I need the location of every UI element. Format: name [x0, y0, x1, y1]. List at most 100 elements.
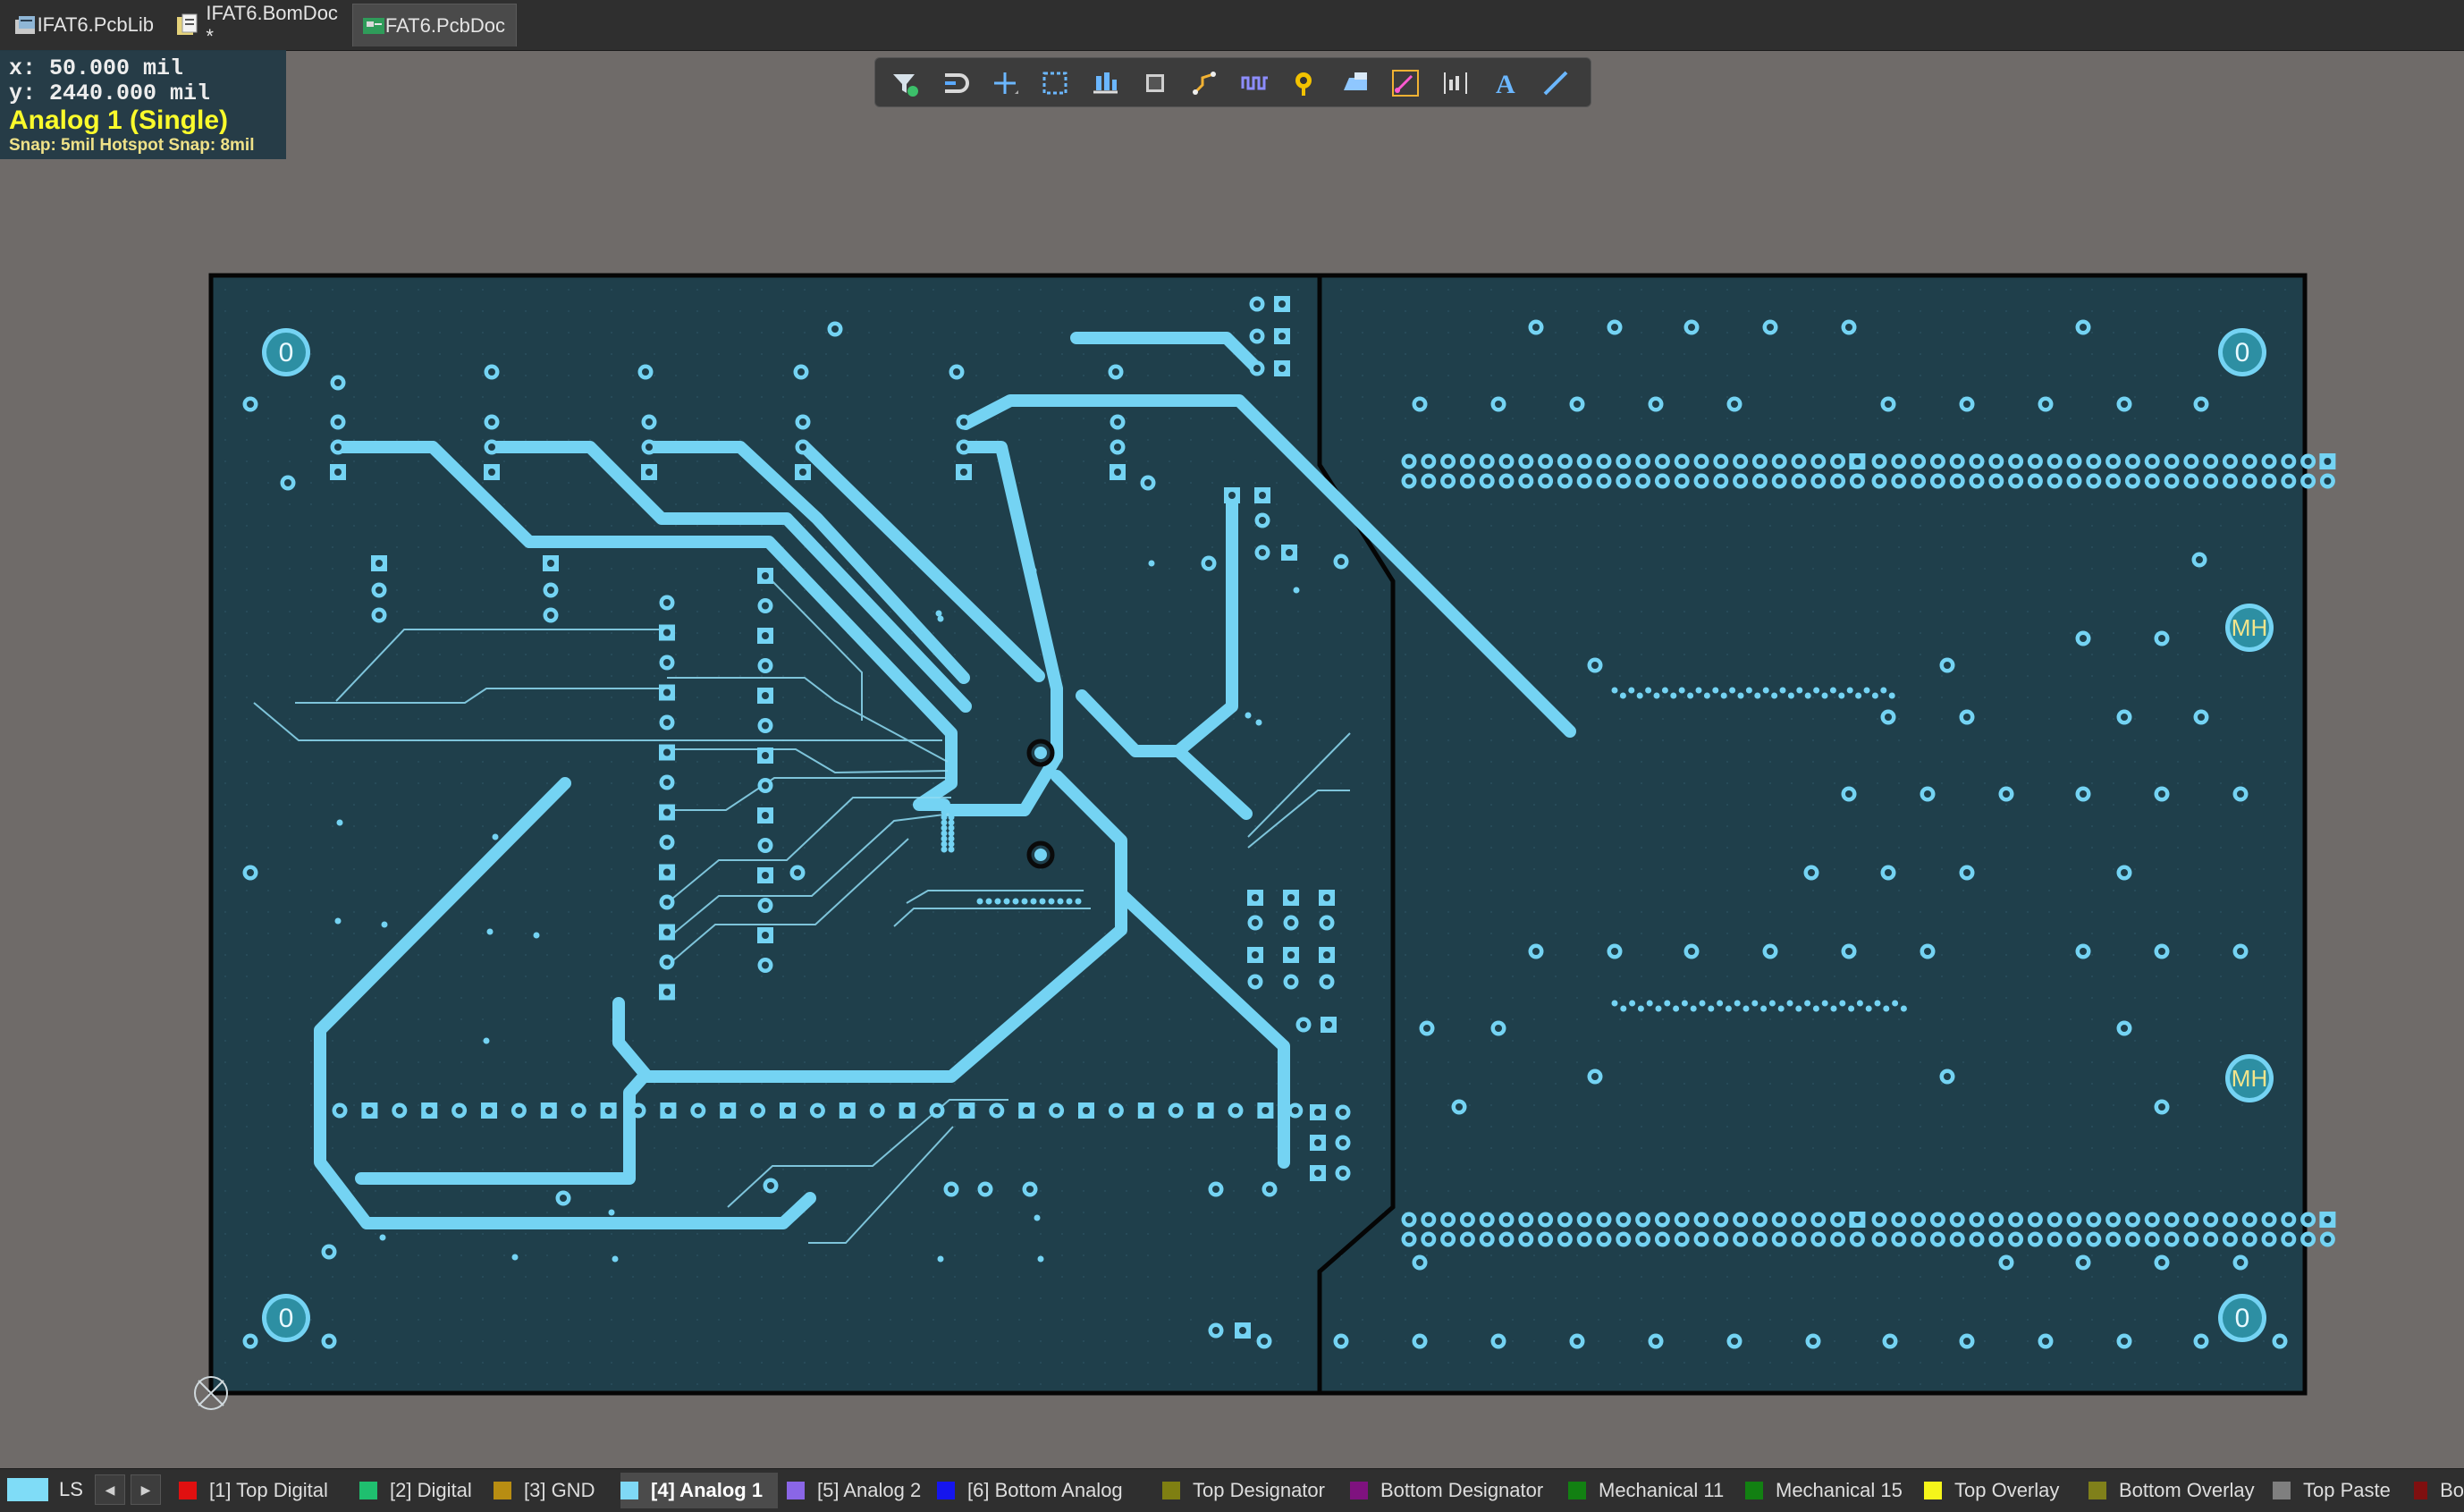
pad-hole: [1756, 1216, 1764, 1223]
layer-set-label[interactable]: LS: [59, 1478, 83, 1501]
layer-tab[interactable]: Mechanical 11: [1568, 1473, 1738, 1508]
pad-hole: [1287, 951, 1295, 959]
via: [1619, 692, 1626, 699]
layer-tab-label: Bo: [2440, 1479, 2464, 1501]
layer-scroll-left-button[interactable]: ◀: [95, 1474, 125, 1505]
tab-bomdoc[interactable]: IFAT6.BomDoc *: [166, 2, 354, 47]
pad-hole: [1808, 869, 1815, 876]
layer-tab[interactable]: Bo: [2414, 1473, 2464, 1508]
pad-hole: [762, 961, 769, 969]
via: [948, 846, 955, 853]
place-via-button[interactable]: [1288, 67, 1322, 99]
pad-hole: [2198, 401, 2205, 408]
layer-tab[interactable]: Mechanical 15: [1745, 1473, 1917, 1508]
via: [1655, 1005, 1662, 1012]
pad-hole: [663, 899, 671, 906]
tab-pcblib[interactable]: IFAT6.PcbLib: [5, 4, 165, 46]
via: [948, 814, 955, 821]
pad-hole: [1814, 477, 1822, 485]
select-rectangle-button[interactable]: [1038, 67, 1072, 99]
pad-hole: [2207, 477, 2215, 485]
pad-hole: [334, 469, 342, 476]
current-layer-swatch[interactable]: [7, 1478, 48, 1501]
via: [1245, 712, 1252, 719]
layer-tab[interactable]: [2] Digital: [359, 1473, 485, 1508]
via: [1839, 1000, 1846, 1007]
layer-tab[interactable]: Bottom Designator: [1350, 1473, 1561, 1508]
layer-tab[interactable]: Bottom Overlay: [2088, 1473, 2264, 1508]
pad-hole: [1894, 1236, 1903, 1243]
layer-tab[interactable]: [3] GND: [494, 1473, 610, 1508]
layer-tab[interactable]: [1] Top Digital: [179, 1473, 349, 1508]
via: [1729, 687, 1736, 694]
via: [1636, 692, 1643, 699]
via: [1030, 898, 1037, 905]
pad-hole: [575, 1107, 583, 1114]
pcb-board-canvas[interactable]: 0 0 0 0 MH MH: [0, 0, 2464, 1511]
layer-scroll-right-button[interactable]: ▶: [131, 1474, 161, 1505]
place-line-icon: [1543, 71, 1568, 96]
via: [1012, 898, 1019, 905]
pad-hole: [1934, 477, 1942, 485]
layer-tab[interactable]: [4] Analog 1: [620, 1473, 778, 1508]
pad-hole: [325, 1338, 333, 1345]
pad-hole: [1503, 458, 1510, 465]
diff-pair-button[interactable]: [1388, 67, 1422, 99]
pad-hole: [2089, 458, 2097, 465]
layer-tab[interactable]: Top Paste: [2273, 1473, 2409, 1508]
via: [1734, 1000, 1741, 1007]
pad-hole: [1405, 1216, 1413, 1223]
layer-tab-label: [5] Analog 2: [817, 1479, 922, 1501]
length-tuning-button[interactable]: [1238, 67, 1272, 99]
pad-hole: [1731, 401, 1738, 408]
pad-hole: [762, 841, 769, 849]
pad-hole: [1717, 1236, 1725, 1243]
via: [1863, 687, 1870, 694]
pad-hole: [1619, 477, 1627, 485]
pad-hole: [1503, 1236, 1510, 1243]
layer-color-swatch: [2414, 1482, 2428, 1499]
pad-hole: [2031, 1236, 2039, 1243]
pad-hole: [2276, 1338, 2283, 1345]
pad-hole: [1963, 869, 1970, 876]
route-button[interactable]: [1188, 67, 1222, 99]
via: [1855, 692, 1862, 699]
place-fill-icon: [1344, 72, 1367, 90]
via: [1865, 1005, 1872, 1012]
pad-hole: [2168, 1236, 2175, 1243]
pad-hole: [1337, 1338, 1345, 1345]
layer-tab[interactable]: [5] Analog 2: [787, 1473, 930, 1508]
layer-tab[interactable]: Top Designator: [1162, 1473, 1341, 1508]
align-button[interactable]: [1088, 67, 1122, 99]
document-tab-bar: IFAT6.PcbLib IFAT6.BomDoc * IFAT6.PcbDoc: [0, 0, 2464, 51]
pad-hole: [1756, 477, 1764, 485]
tab-pcbdoc[interactable]: IFAT6.PcbDoc: [352, 4, 517, 46]
via: [379, 1234, 386, 1241]
pad-hole: [1581, 1216, 1589, 1223]
via: [483, 1037, 490, 1044]
via: [1796, 687, 1803, 694]
pad-hole: [2089, 1216, 2097, 1223]
layer-tab[interactable]: [6] Bottom Analog: [937, 1473, 1157, 1508]
select-rectangle-icon: [1042, 72, 1067, 95]
pad-hole: [2080, 790, 2087, 798]
pad-hole: [1834, 458, 1842, 465]
place-fill-button[interactable]: [1338, 67, 1372, 99]
via: [937, 615, 944, 622]
pad-hole: [1639, 458, 1647, 465]
pad-hole: [1522, 477, 1530, 485]
filter-button[interactable]: [888, 67, 922, 99]
add-crosshair-button[interactable]: [988, 67, 1022, 99]
pad-hole: [2198, 1338, 2205, 1345]
place-string-button[interactable]: A: [1489, 67, 1523, 99]
pad-hole: [2196, 556, 2203, 563]
magnet-button[interactable]: [938, 67, 972, 99]
place-line-button[interactable]: [1539, 67, 1573, 99]
mh-hole-label: MH: [2232, 1065, 2267, 1092]
pad-hole: [1023, 1107, 1031, 1114]
place-dimension-button[interactable]: [1439, 67, 1472, 99]
via: [1717, 1000, 1724, 1007]
layer-tab[interactable]: Top Overlay: [1924, 1473, 2081, 1508]
pad-hole: [1591, 1073, 1599, 1080]
place-component-button[interactable]: [1138, 67, 1172, 99]
